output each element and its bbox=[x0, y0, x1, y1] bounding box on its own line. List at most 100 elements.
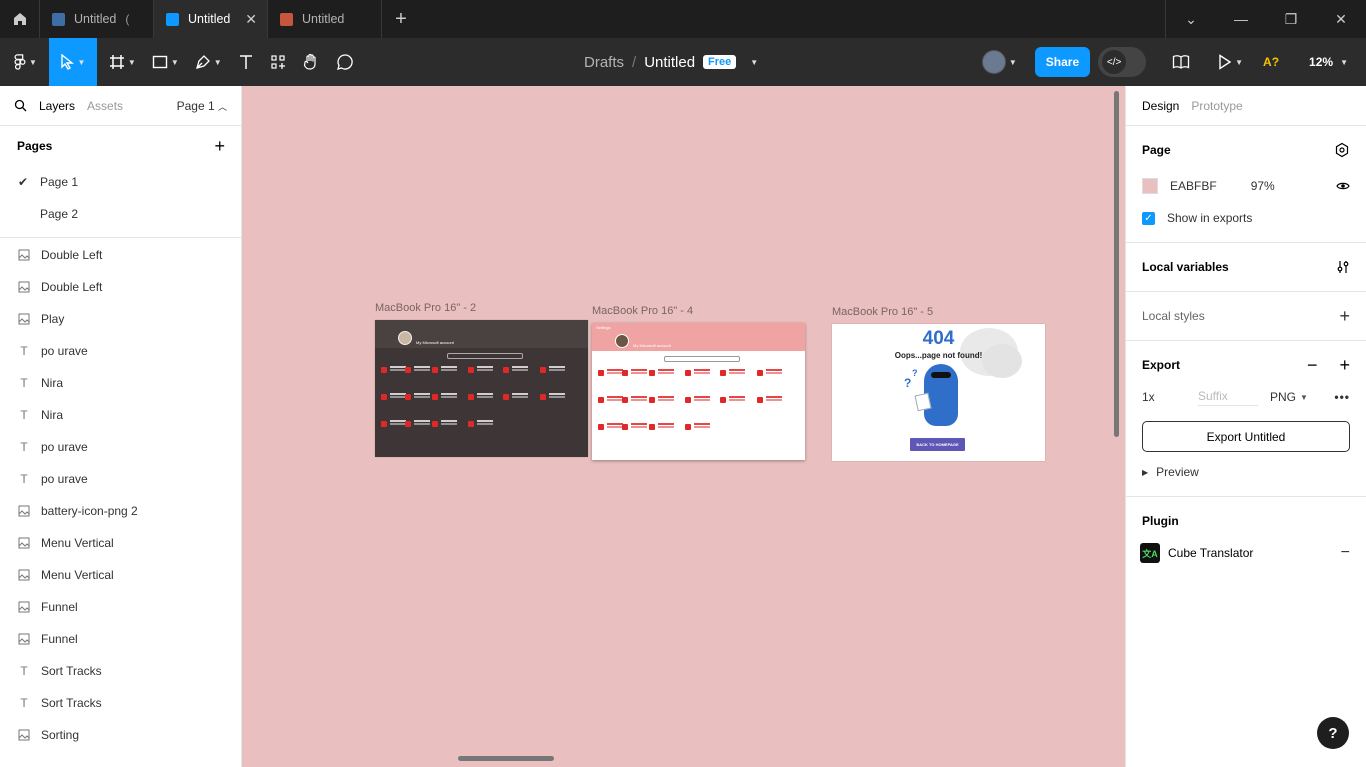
page-item-page-2[interactable]: Page 2 bbox=[0, 198, 241, 230]
settings-tile-text bbox=[631, 369, 647, 371]
layer-item[interactable]: Tpo urave bbox=[0, 431, 241, 463]
tab-prototype[interactable]: Prototype bbox=[1191, 99, 1242, 113]
layer-item[interactable]: T Nira bbox=[0, 399, 241, 431]
plugin-row[interactable]: 文A Cube Translator − bbox=[1140, 537, 1350, 569]
dev-mode-toggle[interactable]: </> bbox=[1098, 47, 1147, 77]
text-tool[interactable] bbox=[230, 38, 262, 86]
layer-item[interactable]: Funnel bbox=[0, 623, 241, 655]
file-menu-chevron-icon[interactable]: ▼ bbox=[750, 58, 758, 67]
new-tab-button[interactable]: + bbox=[382, 0, 420, 38]
local-variables-section[interactable]: Local variables bbox=[1126, 243, 1366, 292]
export-button[interactable]: Export Untitled bbox=[1142, 421, 1350, 452]
page-opacity[interactable]: 97% bbox=[1251, 179, 1275, 193]
layer-item[interactable]: Tpo urave bbox=[0, 335, 241, 367]
plan-badge[interactable]: Free bbox=[703, 55, 737, 69]
text-layer-icon: T bbox=[20, 376, 28, 390]
frame-label[interactable]: MacBook Pro 16" - 4 bbox=[592, 305, 693, 317]
frame-settings-dark[interactable]: Settings My Microsoft account bbox=[375, 320, 588, 457]
search-box bbox=[664, 356, 740, 362]
frame-tool[interactable]: ▼ bbox=[101, 38, 144, 86]
file-tab-2[interactable]: Untitled ✕ bbox=[154, 0, 268, 38]
frame-label[interactable]: MacBook Pro 16" - 5 bbox=[832, 306, 933, 318]
main-menu-button[interactable]: ▼ bbox=[0, 38, 45, 86]
tab-layers[interactable]: Layers bbox=[39, 99, 75, 113]
eye-icon[interactable] bbox=[1336, 181, 1350, 191]
comment-tool[interactable] bbox=[328, 38, 362, 86]
zoom-menu[interactable]: 12% ▼ bbox=[1301, 38, 1356, 86]
add-export-icon[interactable]: + bbox=[1339, 355, 1350, 376]
settings-tile-icon bbox=[381, 394, 387, 400]
share-button[interactable]: Share bbox=[1034, 47, 1091, 77]
layer-item[interactable]: Tpo urave bbox=[0, 463, 241, 495]
remove-export-icon[interactable]: − bbox=[1307, 355, 1318, 376]
show-in-exports-row[interactable]: ✓ Show in exports bbox=[1142, 202, 1350, 234]
hexagon-settings-icon[interactable] bbox=[1334, 142, 1350, 158]
close-window-icon[interactable]: ✕ bbox=[1316, 0, 1366, 38]
file-name[interactable]: Untitled bbox=[644, 54, 695, 71]
library-button[interactable] bbox=[1164, 38, 1198, 86]
title-bar: Untitled ( Untitled ✕ Untitled + ⌄ — ❐ ✕ bbox=[0, 0, 1366, 38]
home-button[interactable] bbox=[0, 0, 40, 38]
shape-tool[interactable]: ▼ bbox=[144, 38, 187, 86]
page-fill-row[interactable]: EABFBF 97% bbox=[1142, 170, 1350, 202]
page-item-page-1[interactable]: ✔ Page 1 bbox=[0, 166, 241, 198]
chevron-up-icon: ︿ bbox=[217, 101, 227, 112]
code-icon: </> bbox=[1102, 50, 1127, 74]
export-section: Export − + 1x Suffix PNG ▼ ••• Export Unt… bbox=[1126, 341, 1366, 497]
frame-404[interactable]: 404 Oops...page not found! ? ? BACK TO H… bbox=[832, 324, 1045, 461]
checkbox-checked-icon[interactable]: ✓ bbox=[1142, 211, 1155, 225]
close-tab-icon[interactable]: ✕ bbox=[245, 11, 257, 28]
layer-item[interactable]: Double Left bbox=[0, 239, 241, 271]
layer-item[interactable]: T Sort Tracks bbox=[0, 655, 241, 687]
layer-item[interactable]: Play bbox=[0, 303, 241, 335]
layer-item[interactable]: T Nira bbox=[0, 367, 241, 399]
local-styles-section[interactable]: Local styles + bbox=[1126, 292, 1366, 341]
variables-sliders-icon[interactable] bbox=[1336, 260, 1350, 274]
vertical-scrollbar[interactable] bbox=[1114, 91, 1119, 437]
tab-assets[interactable]: Assets bbox=[87, 99, 123, 113]
settings-tile-icon bbox=[622, 424, 628, 430]
missing-fonts-button[interactable]: A? bbox=[1255, 38, 1287, 86]
search-icon[interactable] bbox=[14, 99, 27, 112]
layer-label: Menu Vertical bbox=[41, 536, 114, 550]
frame-settings-light[interactable]: Settings My Microsoft account bbox=[592, 323, 805, 460]
restore-icon[interactable]: ❐ bbox=[1266, 0, 1316, 38]
export-suffix-input[interactable]: Suffix bbox=[1198, 389, 1258, 406]
horizontal-scrollbar[interactable] bbox=[458, 756, 554, 761]
add-page-icon[interactable]: + bbox=[214, 136, 225, 157]
move-tool[interactable]: ▼ bbox=[48, 38, 97, 86]
drafts-link[interactable]: Drafts bbox=[584, 54, 624, 71]
layer-item[interactable]: Menu Vertical bbox=[0, 559, 241, 591]
frame-label[interactable]: MacBook Pro 16" - 2 bbox=[375, 302, 476, 314]
layer-item[interactable]: Sorting bbox=[0, 719, 241, 751]
export-scale[interactable]: 1x bbox=[1142, 390, 1190, 404]
file-tab-3[interactable]: Untitled bbox=[268, 0, 382, 38]
export-format[interactable]: PNG ▼ bbox=[1270, 390, 1308, 404]
file-tab-1[interactable]: Untitled ( bbox=[40, 0, 154, 38]
add-style-icon[interactable]: + bbox=[1339, 306, 1350, 327]
minimize-icon[interactable]: — bbox=[1216, 0, 1266, 38]
minimize-plugin-icon[interactable]: − bbox=[1341, 544, 1350, 562]
more-options-icon[interactable]: ••• bbox=[1334, 390, 1350, 404]
multiplayer-avatar-button[interactable]: ▼ bbox=[974, 38, 1025, 86]
preview-toggle[interactable]: ▶ Preview bbox=[1142, 460, 1350, 484]
layer-item[interactable]: T Sort Tracks bbox=[0, 687, 241, 719]
pen-tool[interactable]: ▼ bbox=[187, 38, 230, 86]
resources-tool[interactable] bbox=[262, 38, 294, 86]
plugin-section: Plugin 文A Cube Translator − bbox=[1126, 497, 1366, 569]
design-canvas[interactable]: MacBook Pro 16" - 2 Settings My Microsof… bbox=[242, 86, 1125, 767]
page-color-hex[interactable]: EABFBF bbox=[1170, 179, 1217, 193]
layer-item[interactable]: Menu Vertical bbox=[0, 527, 241, 559]
layer-item[interactable]: Funnel bbox=[0, 591, 241, 623]
color-swatch[interactable] bbox=[1142, 178, 1158, 194]
page-selector[interactable]: Page 1 ︿ bbox=[177, 99, 227, 113]
present-button[interactable]: ▼ bbox=[1210, 38, 1251, 86]
tab-design[interactable]: Design bbox=[1142, 99, 1179, 113]
back-to-homepage-button[interactable]: BACK TO HOMEPAGE bbox=[910, 438, 965, 451]
help-button[interactable]: ? bbox=[1317, 717, 1349, 749]
layer-item[interactable]: Double Left bbox=[0, 271, 241, 303]
hand-tool[interactable] bbox=[294, 38, 328, 86]
image-layer-icon bbox=[18, 601, 30, 613]
layer-item[interactable]: battery-icon-png 2 bbox=[0, 495, 241, 527]
chevron-down-icon[interactable]: ⌄ bbox=[1166, 0, 1216, 38]
